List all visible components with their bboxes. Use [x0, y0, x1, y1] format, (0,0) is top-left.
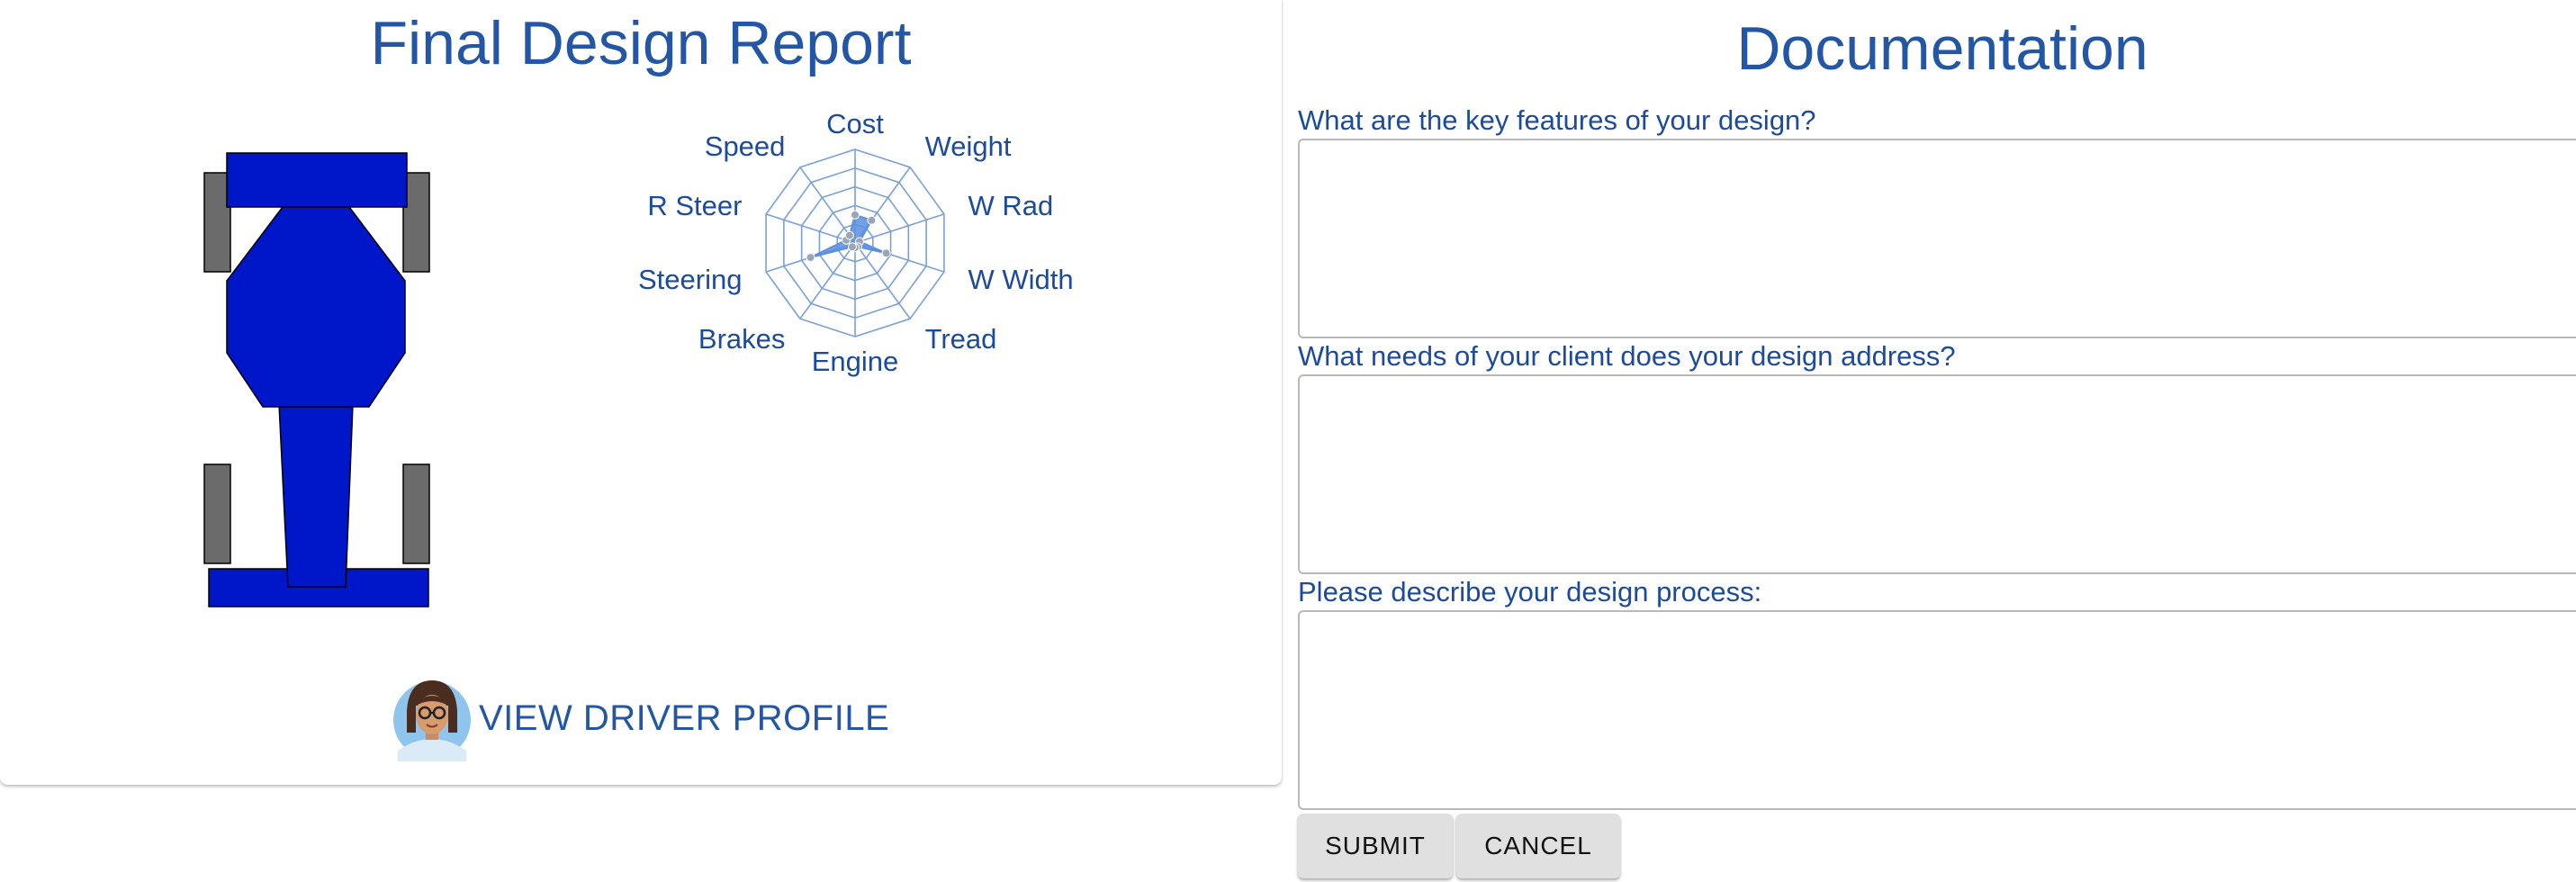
radar-data-point [867, 215, 877, 225]
radar-axis-label: Weight [925, 130, 1012, 162]
view-driver-profile-label: VIEW DRIVER PROFILE [479, 698, 890, 738]
radar-axis-label: Steering [638, 264, 742, 295]
documentation-title: Documentation [1736, 14, 2148, 83]
performance-radar-chart: Cost Weight W Rad W Width Tread Engine Brakes S… [638, 108, 1074, 377]
question-client-needs-label: What needs of your client does your desi… [1298, 340, 1956, 372]
radar-axis-label: Speed [705, 130, 786, 162]
client-needs-textarea[interactable] [1298, 374, 2576, 574]
car-body [226, 202, 406, 408]
design-process-textarea[interactable] [1298, 610, 2576, 810]
radar-axis-label: W Width [968, 264, 1074, 295]
car-top-view [203, 152, 430, 608]
radar-data-point [844, 230, 854, 240]
submit-button[interactable]: SUBMIT [1298, 814, 1453, 878]
design-report-card: Final Design Report Cost Weight W Rad W Wid… [0, 0, 1282, 785]
radar-axis-label: R Steer [647, 190, 742, 221]
front-wing [226, 152, 408, 208]
radar-axis-label: Engine [812, 346, 899, 377]
rear-left-wheel [203, 464, 231, 564]
driver-avatar-icon [393, 680, 471, 761]
view-driver-profile-button[interactable]: VIEW DRIVER PROFILE [392, 675, 889, 761]
documentation-panel: Documentation What are the key features … [1298, 0, 2576, 882]
radar-axis-label: Tread [925, 323, 997, 355]
cancel-button[interactable]: CANCEL [1456, 814, 1620, 878]
question-key-features-label: What are the key features of your design… [1298, 104, 1816, 136]
radar-data-point [806, 253, 815, 263]
rear-right-wheel [402, 464, 430, 564]
key-features-textarea[interactable] [1298, 139, 2576, 338]
car-tail [278, 403, 354, 588]
radar-axis-line [765, 213, 856, 244]
radar-axis-label: W Rad [968, 190, 1054, 221]
report-title: Final Design Report [370, 9, 912, 77]
radar-axis-line [799, 166, 856, 244]
radar-data-point [851, 210, 860, 220]
radar-axis-label: Brakes [698, 323, 785, 355]
radar-data-point [847, 242, 857, 252]
question-design-process-label: Please describe your design process: [1298, 576, 1762, 608]
radar-axis-label: Cost [826, 108, 884, 140]
radar-data-point [881, 248, 891, 258]
